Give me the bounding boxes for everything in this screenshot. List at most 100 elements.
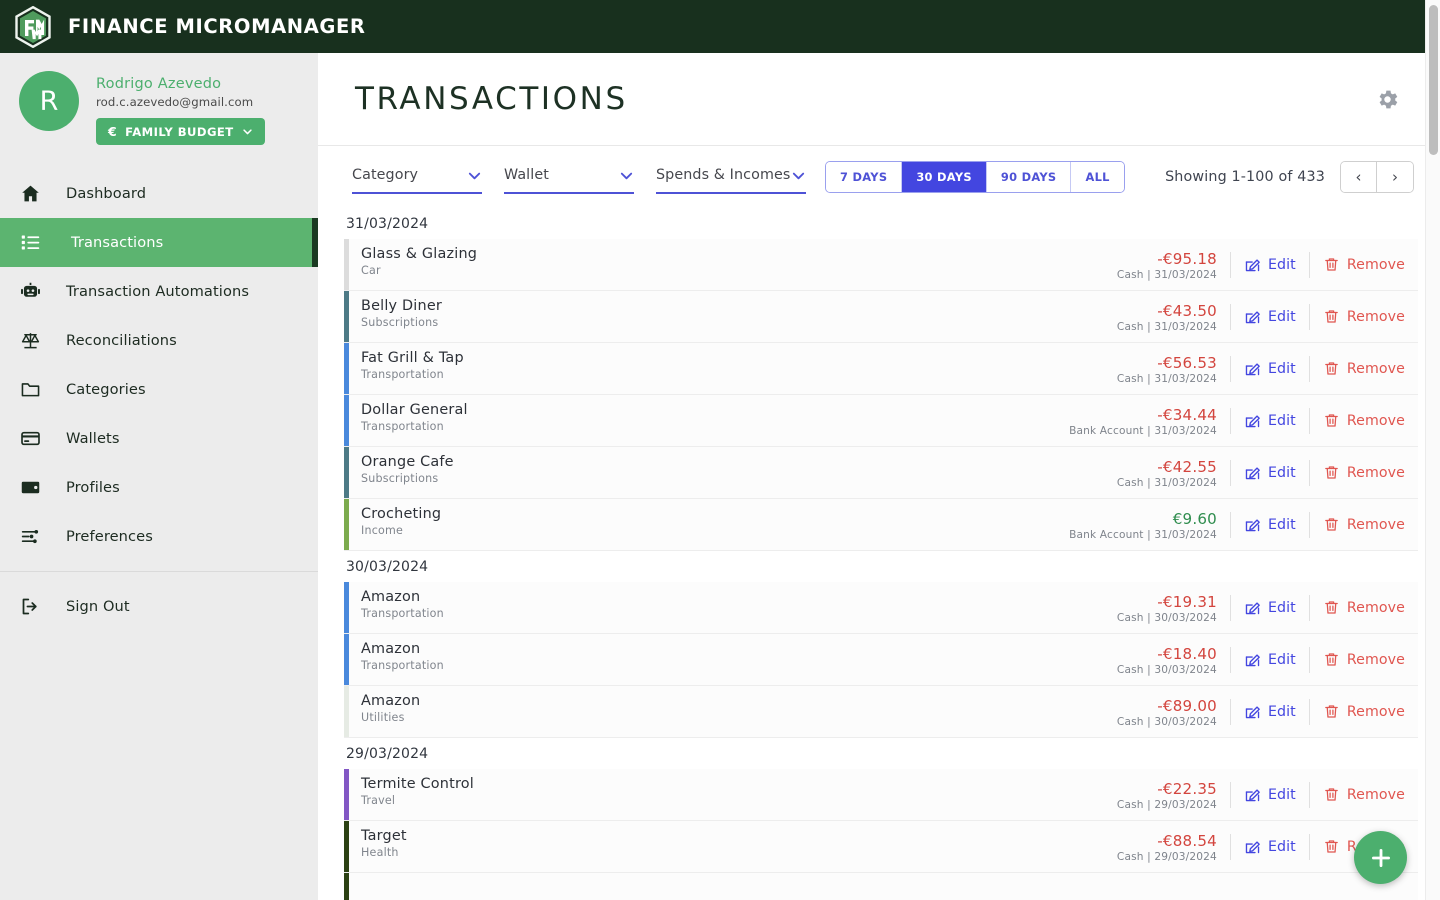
add-transaction-button[interactable]: [1354, 831, 1407, 884]
trash-icon: [1325, 518, 1338, 531]
pencil-square-icon: [1245, 311, 1260, 324]
sidebar-item-preferences[interactable]: Preferences: [0, 512, 318, 561]
transaction-row[interactable]: Amazon Transportation -€18.40 Cash | 30/03/…: [344, 634, 1418, 686]
transaction-row[interactable]: Amazon Transportation -€19.31 Cash | 30/03/…: [344, 582, 1418, 634]
sidebar-item-label: Wallets: [66, 430, 120, 447]
pencil-square-icon: [1245, 519, 1260, 532]
transaction-info: Crocheting Income: [349, 499, 1069, 550]
remove-button[interactable]: Remove: [1310, 599, 1418, 616]
transaction-row[interactable]: Termite Control Travel -€22.35 Cash | 29/03…: [344, 769, 1418, 821]
robot-icon: [15, 281, 45, 302]
remove-button[interactable]: Remove: [1310, 412, 1418, 429]
edit-button[interactable]: Edit: [1231, 360, 1309, 377]
type-filter-select[interactable]: Spends & Incomes: [656, 160, 806, 194]
remove-button[interactable]: Remove: [1310, 360, 1418, 377]
edit-button[interactable]: Edit: [1231, 412, 1309, 429]
pencil-square-icon: [1245, 706, 1260, 719]
edit-button[interactable]: Edit: [1231, 838, 1309, 855]
transaction-row[interactable]: Dollar General Transportation -€34.44 Bank …: [344, 395, 1418, 447]
remove-button[interactable]: Remove: [1310, 308, 1418, 325]
edit-button[interactable]: Edit: [1231, 599, 1309, 616]
range-90-days[interactable]: 90 DAYS: [986, 162, 1072, 192]
pagination-area: Showing 1-100 of 433 ‹ ›: [1165, 161, 1414, 193]
range-7-days[interactable]: 7 DAYS: [826, 162, 903, 192]
amount-column: -€56.53 Cash | 31/03/2024: [1080, 352, 1230, 385]
transaction-amount: -€42.55: [1157, 458, 1217, 476]
transaction-right: -€42.55 Cash | 31/03/2024 Edit Remove: [1080, 447, 1418, 498]
transaction-title: Belly Diner: [361, 298, 442, 314]
gear-icon: [1379, 90, 1398, 108]
sidebar-item-label: Transactions: [71, 234, 164, 251]
sidebar-item-profiles[interactable]: Profiles: [0, 463, 318, 512]
transaction-title: Termite Control: [361, 776, 474, 792]
transaction-row[interactable]: Amazon Utilities -€89.00 Cash | 30/03/2024 E…: [344, 686, 1418, 738]
remove-button[interactable]: Remove: [1310, 786, 1418, 803]
remove-button[interactable]: Remove: [1310, 516, 1418, 533]
edit-button[interactable]: Edit: [1231, 516, 1309, 533]
next-page-button[interactable]: ›: [1377, 162, 1413, 192]
transaction-row[interactable]: [344, 873, 1418, 900]
sidebar-item-dashboard[interactable]: Dashboard: [0, 169, 318, 218]
user-email: rod.c.azevedo@gmail.com: [96, 95, 254, 109]
showing-count: Showing 1-100 of 433: [1165, 169, 1325, 185]
transaction-info: Fat Grill & Tap Transportation: [349, 343, 1080, 394]
transaction-row[interactable]: Belly Diner Subscriptions -€43.50 Cash | 31…: [344, 291, 1418, 343]
remove-button[interactable]: Remove: [1310, 703, 1418, 720]
sidebar-item-reconciliations[interactable]: Reconciliations: [0, 316, 318, 365]
transaction-right: -€43.50 Cash | 31/03/2024 Edit Remove: [1080, 291, 1418, 342]
transaction-row[interactable]: Target Health -€88.54 Cash | 29/03/2024 Edit…: [344, 821, 1418, 873]
edit-button[interactable]: Edit: [1231, 786, 1309, 803]
transaction-title: Amazon: [361, 641, 421, 657]
sidebar-item-wallets[interactable]: Wallets: [0, 414, 318, 463]
sidebar-item-categories[interactable]: Categories: [0, 365, 318, 414]
range-all[interactable]: ALL: [1071, 162, 1124, 192]
settings-button[interactable]: [1371, 83, 1404, 116]
edit-label: Edit: [1267, 412, 1296, 429]
prev-page-button[interactable]: ‹: [1341, 162, 1377, 192]
edit-button[interactable]: Edit: [1231, 256, 1309, 273]
remove-button[interactable]: Remove: [1310, 464, 1418, 481]
edit-label: Edit: [1267, 516, 1296, 533]
sidebar-item-transactions[interactable]: Transactions: [0, 218, 318, 267]
budget-selector-label: FAMILY BUDGET: [125, 124, 234, 139]
remove-button[interactable]: Remove: [1310, 651, 1418, 668]
edit-button[interactable]: Edit: [1231, 464, 1309, 481]
transaction-row[interactable]: Fat Grill & Tap Transportation -€56.53 Cash…: [344, 343, 1418, 395]
list-icon: [15, 232, 45, 253]
edit-label: Edit: [1267, 599, 1296, 616]
range-30-days[interactable]: 30 DAYS: [902, 162, 987, 192]
wallet-filter-select[interactable]: Wallet: [504, 160, 634, 194]
remove-button[interactable]: Remove: [1310, 256, 1418, 273]
transaction-info: Amazon Utilities: [349, 686, 1080, 737]
edit-button[interactable]: Edit: [1231, 308, 1309, 325]
filter-bar: Category Wallet Spends & Incomes 7 DAYS …: [318, 146, 1440, 208]
edit-label: Edit: [1267, 786, 1296, 803]
transaction-row[interactable]: Orange Cafe Subscriptions -€42.55 Cash | 31…: [344, 447, 1418, 499]
amount-column: -€18.40 Cash | 30/03/2024: [1080, 643, 1230, 676]
transaction-right: -€56.53 Cash | 31/03/2024 Edit Remove: [1080, 343, 1418, 394]
sidebar-item-transaction-automations[interactable]: Transaction Automations: [0, 267, 318, 316]
scrollbar-thumb[interactable]: [1429, 5, 1438, 155]
category-filter-select[interactable]: Category: [352, 160, 482, 194]
transaction-meta: Cash | 30/03/2024: [1116, 612, 1217, 624]
remove-label: Remove: [1346, 516, 1405, 533]
transaction-amount: -€89.00: [1157, 697, 1217, 715]
transaction-category: Utilities: [361, 711, 405, 724]
amount-column: -€19.31 Cash | 30/03/2024: [1080, 591, 1230, 624]
edit-button[interactable]: Edit: [1231, 651, 1309, 668]
category-filter-label: Category: [352, 167, 419, 183]
trash-icon: [1325, 788, 1338, 801]
chevron-down-icon: [468, 172, 481, 179]
sidebar-item-sign-out[interactable]: Sign Out: [0, 582, 318, 631]
avatar: R: [19, 71, 79, 131]
page-scrollbar[interactable]: [1425, 0, 1440, 900]
edit-label: Edit: [1267, 256, 1296, 273]
transaction-row[interactable]: Glass & Glazing Car -€95.18 Cash | 31/03/20…: [344, 239, 1418, 291]
transaction-amount: -€43.50: [1157, 302, 1217, 320]
trash-icon: [1325, 466, 1338, 479]
sidebar-item-label: Preferences: [66, 528, 153, 545]
budget-selector-button[interactable]: € FAMILY BUDGET: [96, 118, 265, 145]
transaction-row[interactable]: Crocheting Income €9.60 Bank Account | 31/0…: [344, 499, 1418, 551]
edit-button[interactable]: Edit: [1231, 703, 1309, 720]
transaction-amount: -€95.18: [1157, 250, 1217, 268]
